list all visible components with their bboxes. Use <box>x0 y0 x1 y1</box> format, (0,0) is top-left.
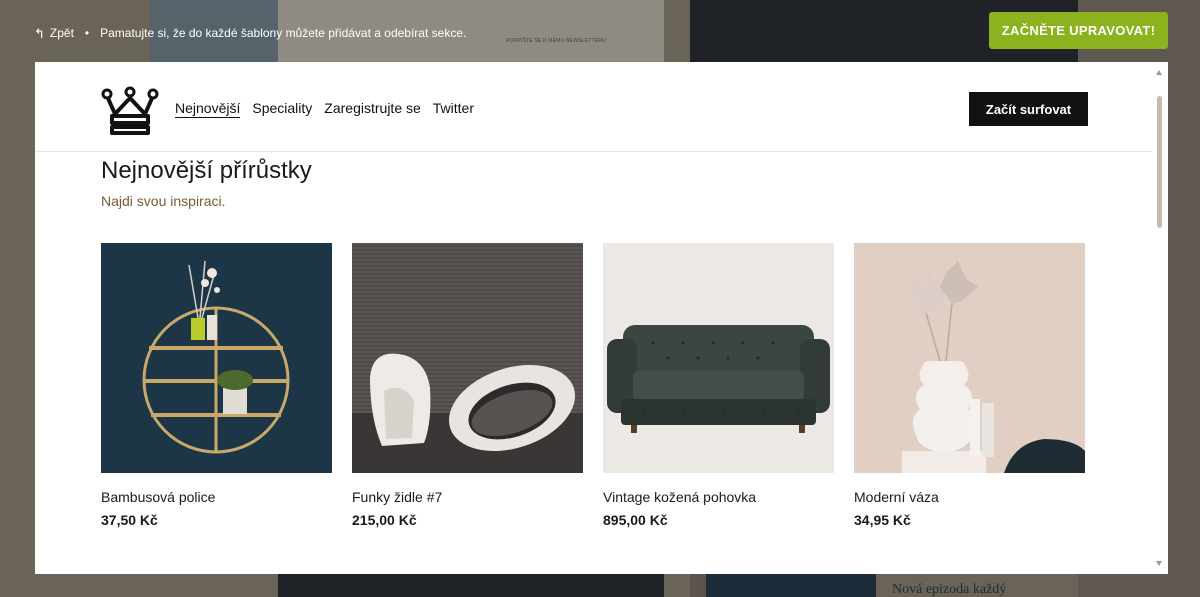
site-nav: Nejnovější Speciality Zaregistrujte se T… <box>175 100 474 118</box>
product-name[interactable]: Funky židle #7 <box>352 489 583 505</box>
product-image-shelf[interactable] <box>101 243 332 473</box>
product-image-chair[interactable] <box>352 243 583 473</box>
background-episode-image <box>706 574 876 597</box>
scroll-up-icon[interactable] <box>1156 70 1162 75</box>
scrollbar-thumb[interactable] <box>1157 96 1162 228</box>
scroll-down-icon[interactable] <box>1156 561 1162 566</box>
product-image-sofa[interactable] <box>603 243 834 473</box>
product-card[interactable]: Vintage kožená pohovka 895,00 Kč <box>603 243 834 528</box>
start-surfing-button[interactable]: Začít surfovat <box>969 92 1088 126</box>
template-notice: Pamatujte si, že do každé šablony můžete… <box>100 26 467 40</box>
template-preview-frame: Nejnovější Speciality Zaregistrujte se T… <box>35 62 1168 574</box>
background-episode-text: Nová epizoda každý <box>892 582 1007 597</box>
section-heading: Nejnovější přírůstky <box>101 157 312 184</box>
product-name[interactable]: Moderní váza <box>854 489 1085 505</box>
preview-scrollbar[interactable] <box>1152 62 1168 574</box>
start-editing-button[interactable]: ZAČNĚTE UPRAVOVAT! <box>989 12 1168 49</box>
back-arrow-icon: ↰ <box>34 25 45 41</box>
product-card[interactable]: Moderní váza 34,95 Kč <box>854 243 1085 528</box>
nav-item-register[interactable]: Zaregistrujte se <box>324 100 420 118</box>
product-price: 895,00 Kč <box>603 512 668 528</box>
product-image-vase[interactable] <box>854 243 1085 473</box>
separator-dot: • <box>84 26 90 40</box>
back-link[interactable]: ↰ Zpět • Pamatujte si, že do každé šablo… <box>34 26 466 40</box>
nav-item-newest[interactable]: Nejnovější <box>175 100 241 118</box>
nav-item-specialties[interactable]: Speciality <box>252 100 312 118</box>
crown-logo-icon[interactable] <box>101 84 159 136</box>
product-name[interactable]: Bambusová police <box>101 489 332 505</box>
product-card[interactable]: Bambusová police 37,50 Kč <box>101 243 332 528</box>
product-name[interactable]: Vintage kožená pohovka <box>603 489 834 505</box>
product-price: 215,00 Kč <box>352 512 417 528</box>
product-price: 37,50 Kč <box>101 512 158 528</box>
background-dark-panel-bottom <box>278 574 664 597</box>
nav-item-twitter[interactable]: Twitter <box>433 100 474 118</box>
section-subheading: Najdi svou inspiraci. <box>101 193 226 209</box>
site-header: Nejnovější Speciality Zaregistrujte se T… <box>35 62 1152 152</box>
product-card[interactable]: Funky židle #7 215,00 Kč <box>352 243 583 528</box>
back-label: Zpět <box>49 26 74 40</box>
product-price: 34,95 Kč <box>854 512 911 528</box>
preview-top-bar: ↰ Zpět • Pamatujte si, že do každé šablo… <box>0 0 1200 62</box>
